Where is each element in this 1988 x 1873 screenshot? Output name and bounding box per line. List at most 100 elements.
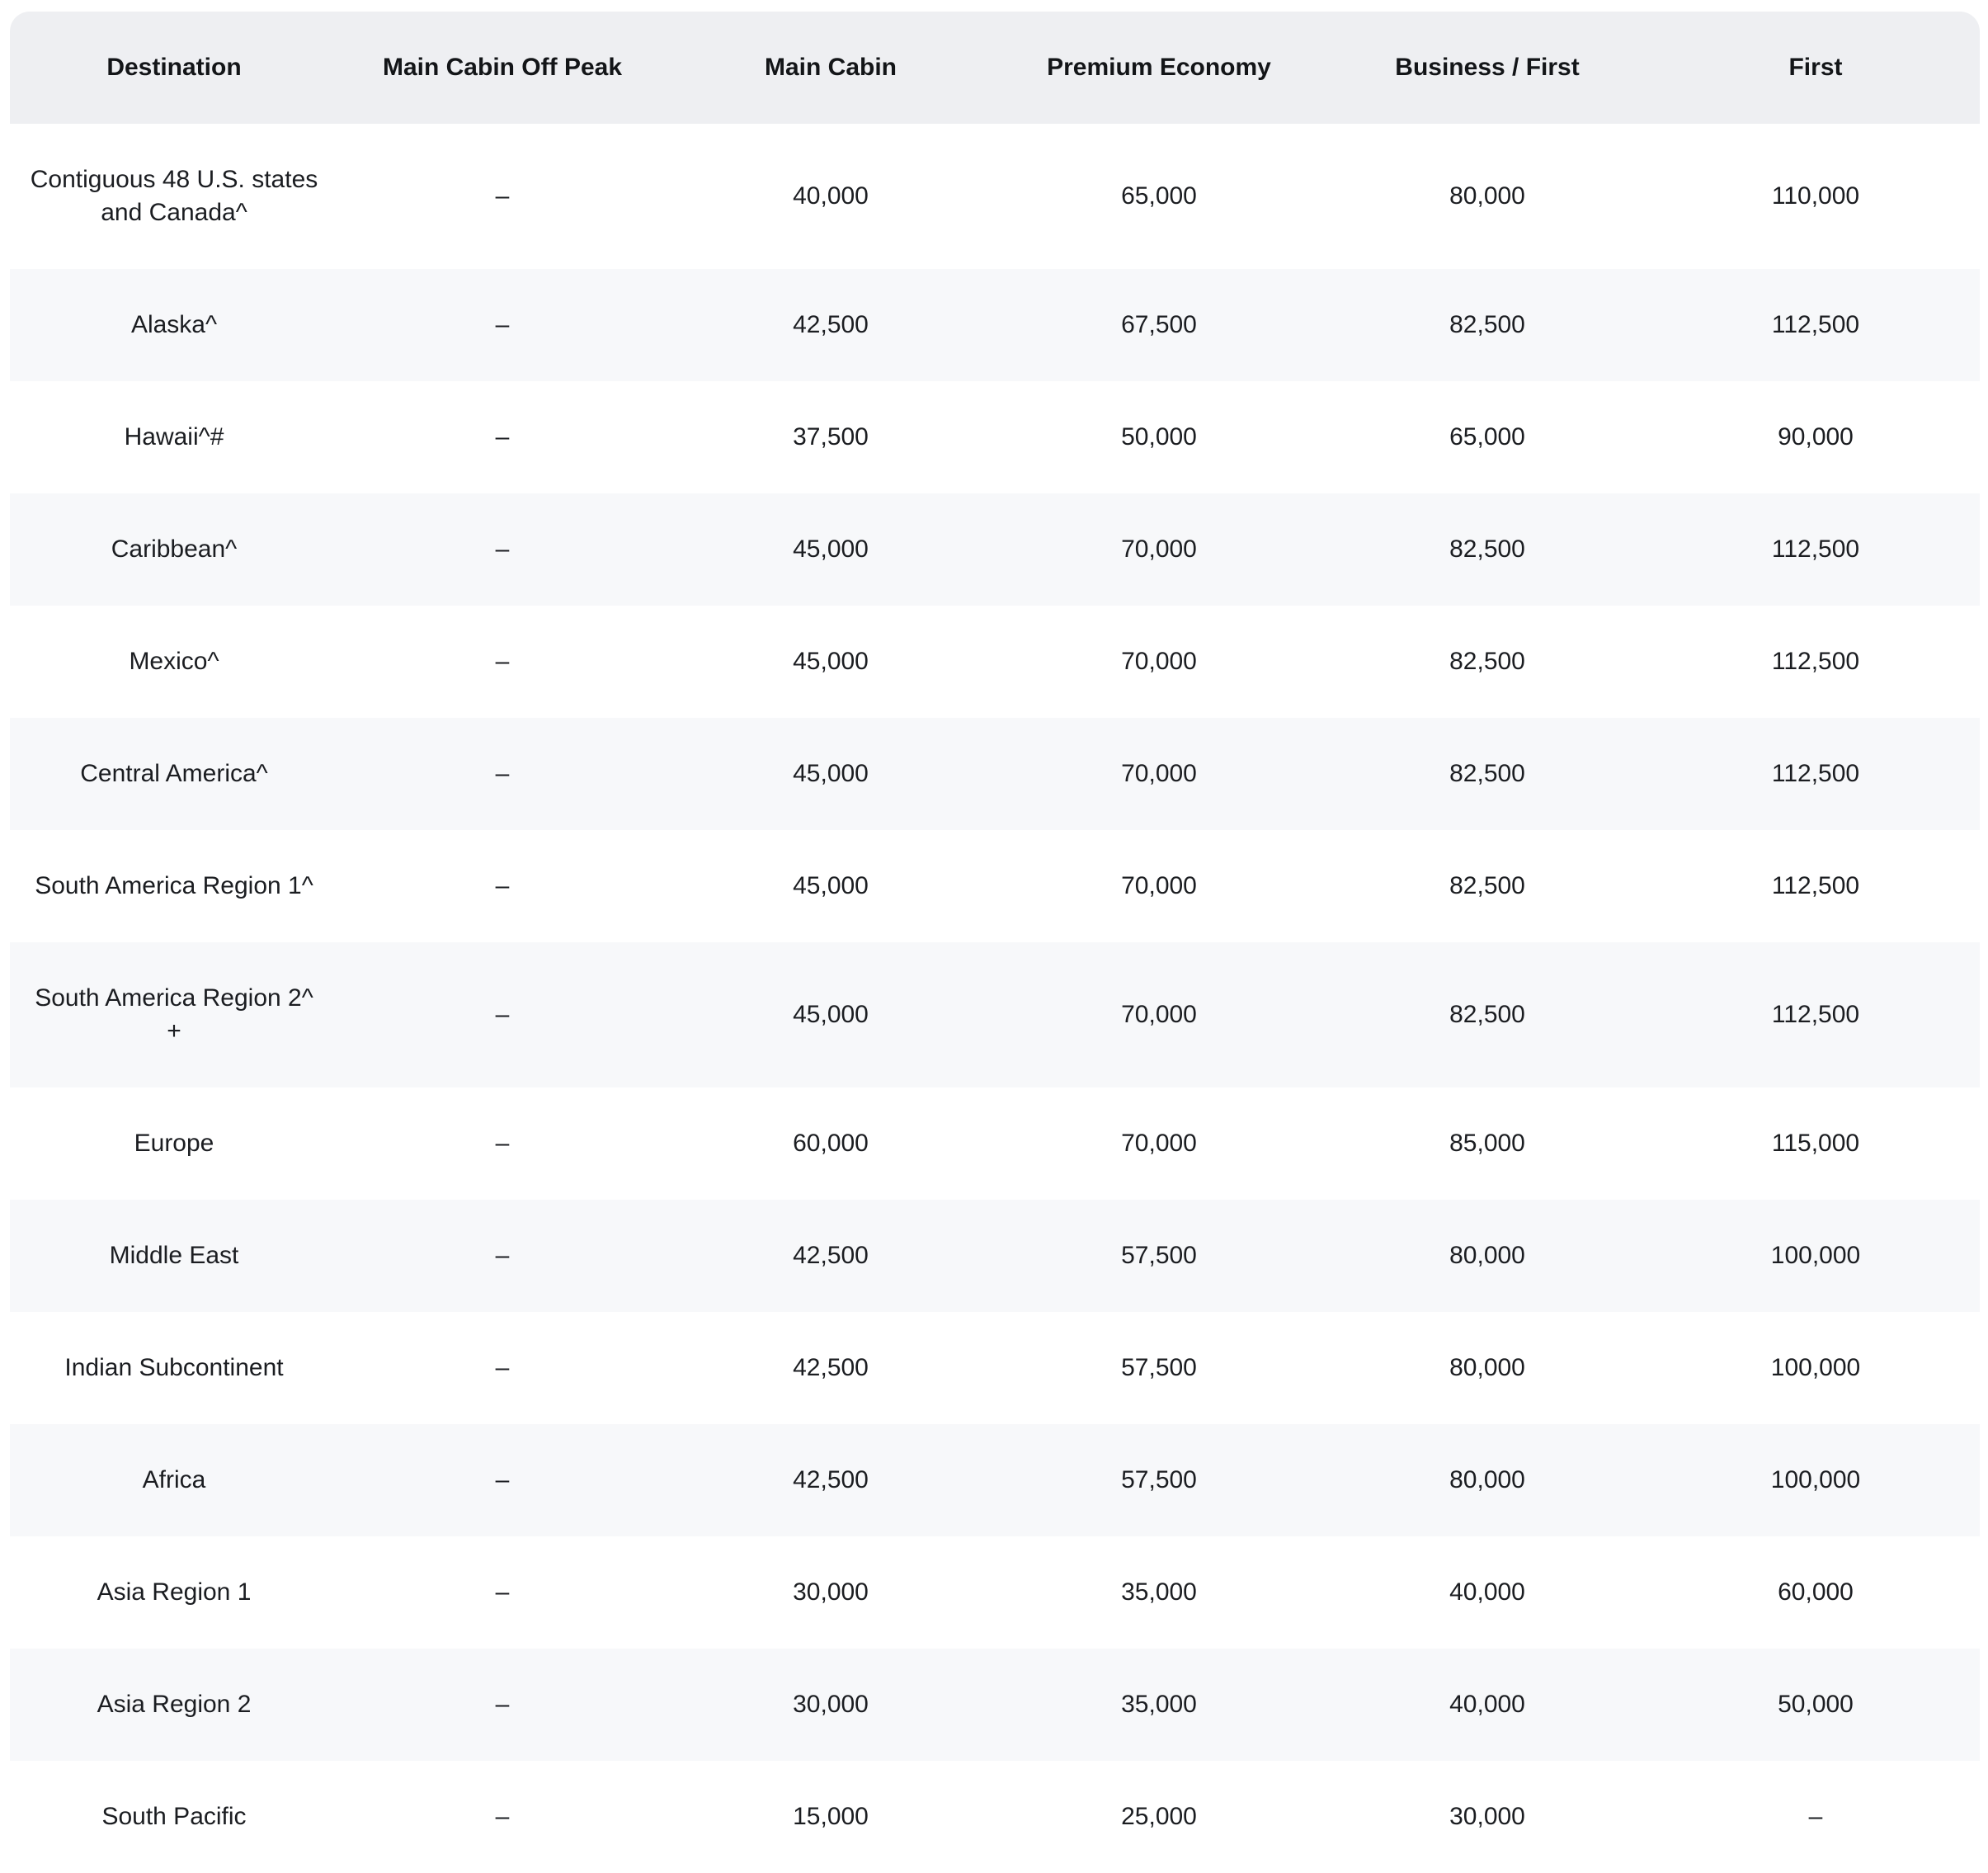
first-cell: 112,500 (1771, 648, 1860, 675)
main-cabin-cell: 45,000 (793, 872, 869, 899)
header-main-cabin: Main Cabin (764, 54, 897, 81)
table-row: Alaska^ – 42,500 67,500 82,500 112,500 (10, 269, 1980, 381)
premium-economy-cell: 65,000 (1121, 182, 1197, 210)
header-destination: Destination (106, 54, 242, 81)
main-cabin-cell: 37,500 (793, 423, 869, 451)
premium-economy-cell: 57,500 (1121, 1242, 1197, 1269)
business-first-cell: 82,500 (1449, 535, 1525, 563)
first-cell: 112,500 (1771, 311, 1860, 338)
business-first-cell: 82,500 (1449, 648, 1525, 675)
main-cabin-cell: 30,000 (793, 1691, 869, 1718)
off-peak-cell: – (495, 1242, 510, 1269)
premium-economy-cell: 25,000 (1121, 1803, 1197, 1830)
destination-cell: Contiguous 48 U.S. states and Canada^ (30, 166, 318, 226)
table-row: Middle East – 42,500 57,500 80,000 100,0… (10, 1200, 1980, 1312)
table-row: Asia Region 2 – 30,000 35,000 40,000 50,… (10, 1649, 1980, 1761)
destination-cell: Mexico^ (129, 648, 219, 675)
off-peak-cell: – (495, 648, 510, 675)
business-first-cell: 85,000 (1449, 1130, 1525, 1157)
premium-economy-cell: 35,000 (1121, 1578, 1197, 1606)
destination-cell: South Pacific (101, 1803, 247, 1830)
table-row: Africa – 42,500 57,500 80,000 100,000 (10, 1424, 1980, 1536)
first-cell: 100,000 (1770, 1354, 1861, 1381)
premium-economy-cell: 70,000 (1121, 872, 1197, 899)
header-premium-economy: Premium Economy (1047, 54, 1271, 81)
main-cabin-cell: 45,000 (793, 760, 869, 787)
destination-cell: Alaska^ (130, 311, 218, 338)
first-cell: 112,500 (1771, 872, 1860, 899)
off-peak-cell: – (495, 1578, 510, 1606)
main-cabin-cell: 42,500 (793, 1354, 869, 1381)
off-peak-cell: – (495, 1691, 510, 1718)
main-cabin-cell: 15,000 (793, 1803, 869, 1830)
off-peak-cell: – (495, 535, 510, 563)
award-chart-table-container: Destination Main Cabin Off Peak Main Cab… (10, 12, 1980, 1873)
business-first-cell: 65,000 (1449, 423, 1525, 451)
off-peak-cell: – (495, 1130, 510, 1157)
header-business-first: Business / First (1395, 54, 1580, 81)
first-cell: 90,000 (1778, 423, 1854, 451)
business-first-cell: 40,000 (1449, 1578, 1525, 1606)
business-first-cell: 80,000 (1449, 1466, 1525, 1493)
first-cell: 100,000 (1770, 1466, 1861, 1493)
first-cell: 60,000 (1778, 1578, 1854, 1606)
table-row: Contiguous 48 U.S. states and Canada^ – … (10, 124, 1980, 269)
first-cell: 100,000 (1770, 1242, 1861, 1269)
business-first-cell: 82,500 (1449, 872, 1525, 899)
business-first-cell: 82,500 (1449, 311, 1525, 338)
table-row: Europe – 60,000 70,000 85,000 115,000 (10, 1087, 1980, 1200)
table-row: South America Region 2^ + – 45,000 70,00… (10, 942, 1980, 1087)
premium-economy-cell: 70,000 (1121, 1130, 1197, 1157)
business-first-cell: 80,000 (1449, 1354, 1525, 1381)
table-row: Central America^ – 45,000 70,000 82,500 … (10, 718, 1980, 830)
first-cell: 112,500 (1771, 760, 1860, 787)
award-chart-table: Destination Main Cabin Off Peak Main Cab… (10, 12, 1980, 1873)
table-row: Caribbean^ – 45,000 70,000 82,500 112,50… (10, 493, 1980, 606)
destination-cell: Europe (134, 1130, 214, 1157)
destination-cell: Indian Subcontinent (64, 1354, 284, 1381)
table-row: Asia Region 1 – 30,000 35,000 40,000 60,… (10, 1536, 1980, 1649)
main-cabin-cell: 45,000 (793, 535, 869, 563)
destination-cell: Caribbean^ (111, 535, 238, 563)
main-cabin-cell: 42,500 (793, 1242, 869, 1269)
main-cabin-cell: 60,000 (793, 1130, 869, 1157)
destination-cell: South America Region 2^ + (35, 984, 313, 1045)
main-cabin-cell: 45,000 (793, 1001, 869, 1028)
business-first-cell: 82,500 (1449, 1001, 1525, 1028)
first-cell: – (1808, 1803, 1823, 1830)
off-peak-cell: – (495, 1001, 510, 1028)
first-cell: 112,500 (1771, 1001, 1860, 1028)
table-row: Indian Subcontinent – 42,500 57,500 80,0… (10, 1312, 1980, 1424)
table-row: Mexico^ – 45,000 70,000 82,500 112,500 (10, 606, 1980, 718)
premium-economy-cell: 35,000 (1121, 1691, 1197, 1718)
business-first-cell: 82,500 (1449, 760, 1525, 787)
main-cabin-cell: 42,500 (793, 1466, 869, 1493)
off-peak-cell: – (495, 423, 510, 451)
table-header: Destination Main Cabin Off Peak Main Cab… (10, 12, 1980, 124)
destination-cell: South America Region 1^ (35, 872, 313, 899)
first-cell: 50,000 (1778, 1691, 1854, 1718)
off-peak-cell: – (495, 872, 510, 899)
premium-economy-cell: 70,000 (1121, 535, 1197, 563)
off-peak-cell: – (495, 1354, 510, 1381)
off-peak-cell: – (495, 311, 510, 338)
business-first-cell: 80,000 (1449, 1242, 1525, 1269)
main-cabin-cell: 40,000 (793, 182, 869, 210)
destination-cell: Africa (142, 1466, 206, 1493)
business-first-cell: 30,000 (1449, 1803, 1525, 1830)
premium-economy-cell: 57,500 (1121, 1466, 1197, 1493)
off-peak-cell: – (495, 760, 510, 787)
first-cell: 115,000 (1771, 1130, 1860, 1157)
premium-economy-cell: 67,500 (1121, 311, 1197, 338)
first-cell: 110,000 (1771, 182, 1860, 210)
destination-cell: Asia Region 2 (97, 1691, 252, 1718)
header-row: Destination Main Cabin Off Peak Main Cab… (10, 12, 1980, 124)
off-peak-cell: – (495, 182, 510, 210)
business-first-cell: 80,000 (1449, 182, 1525, 210)
table-row: Hawaii^# – 37,500 50,000 65,000 90,000 (10, 381, 1980, 493)
main-cabin-cell: 45,000 (793, 648, 869, 675)
premium-economy-cell: 70,000 (1121, 648, 1197, 675)
main-cabin-cell: 42,500 (793, 311, 869, 338)
table-body: Contiguous 48 U.S. states and Canada^ – … (10, 124, 1980, 1873)
header-first: First (1788, 54, 1843, 81)
